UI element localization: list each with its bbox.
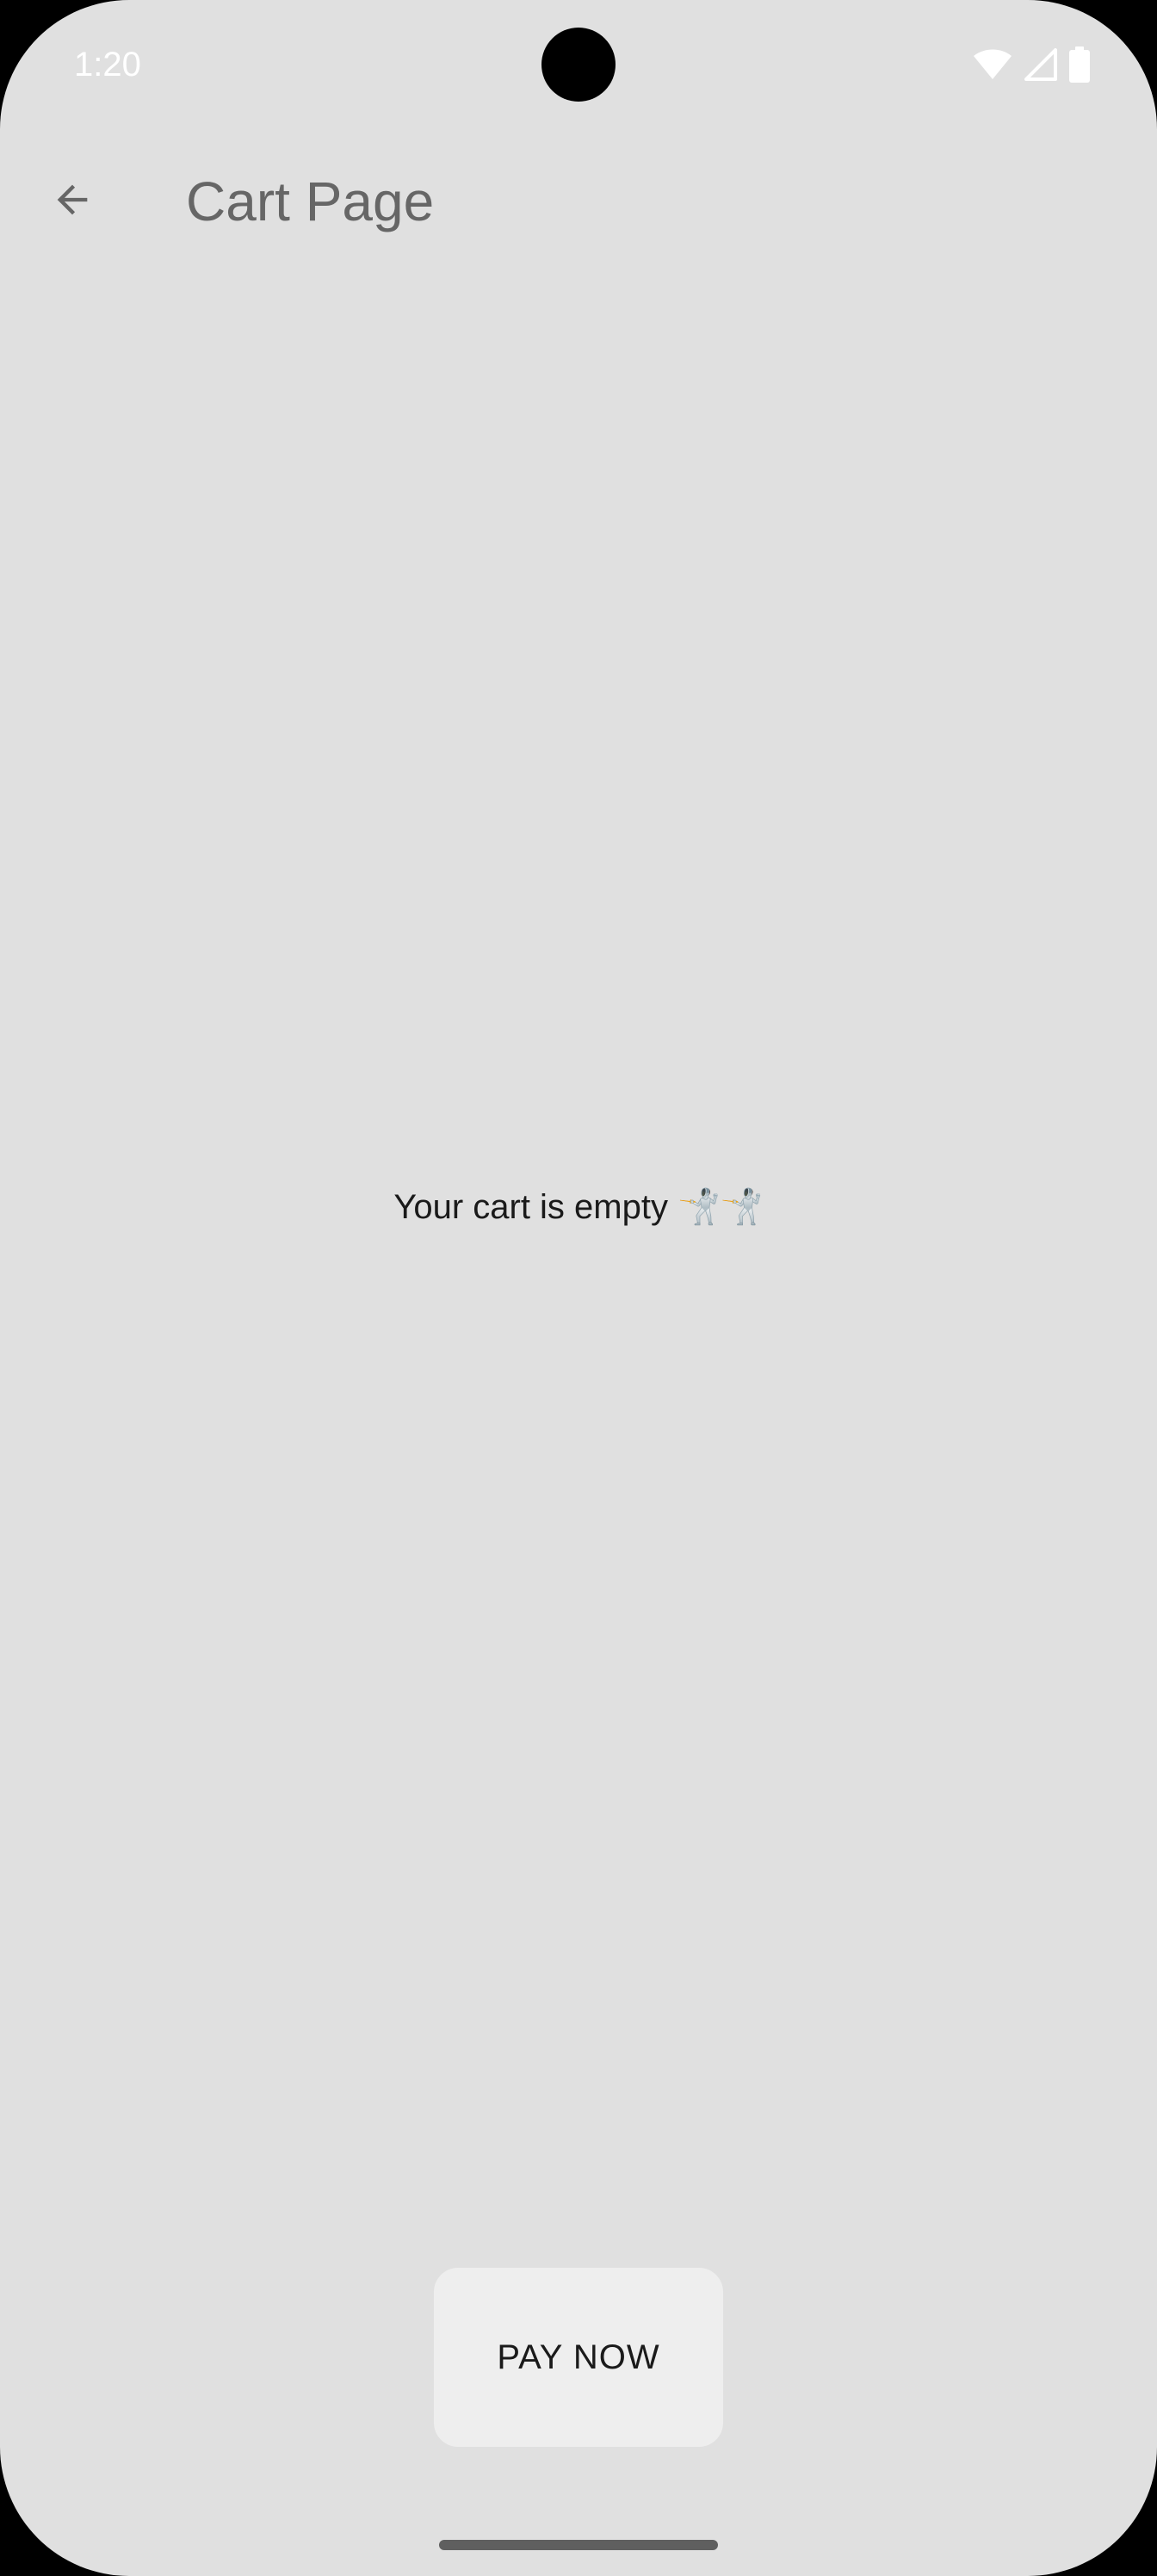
status-time: 1:20	[74, 46, 141, 84]
empty-cart-message: Your cart is empty 🤺🤺	[393, 1188, 764, 1226]
cellular-signal-icon	[1024, 48, 1057, 81]
back-button[interactable]	[31, 160, 114, 243]
gesture-navigation-bar[interactable]	[439, 2540, 718, 2550]
battery-icon	[1069, 46, 1090, 83]
page-title: Cart Page	[186, 170, 435, 232]
wifi-icon	[973, 48, 1012, 81]
camera-cutout	[541, 28, 616, 102]
screen: 1:20 Cart Page Your cart is empty 🤺🤺 PAY…	[0, 0, 1157, 2576]
pay-now-button[interactable]: PAY NOW	[434, 2268, 723, 2447]
status-bar: 1:20	[0, 0, 1157, 129]
app-bar: Cart Page	[0, 129, 1157, 274]
status-icons	[973, 45, 1090, 84]
arrow-back-icon	[50, 177, 95, 226]
